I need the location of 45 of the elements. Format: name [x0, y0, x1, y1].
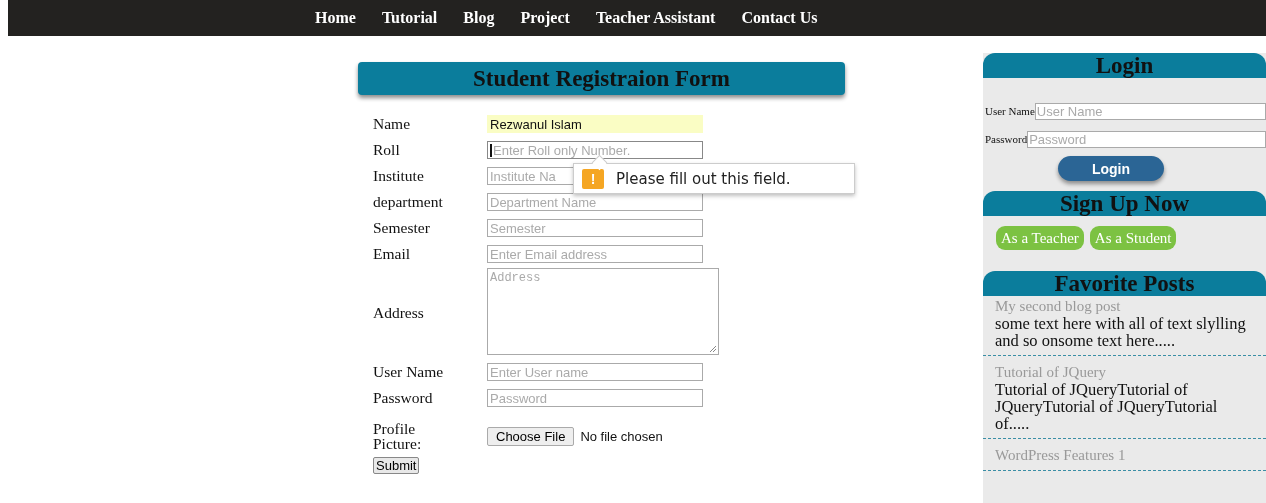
- input-field[interactable]: Enter Email address: [487, 245, 703, 263]
- tooltip-message: Please fill out this field.: [616, 169, 791, 188]
- field-label: Institute: [373, 167, 425, 185]
- field-label: Name: [373, 115, 411, 133]
- login-button[interactable]: Login: [1058, 156, 1164, 181]
- signup-button[interactable]: As a Student: [1089, 226, 1177, 250]
- nav-link[interactable]: Home: [315, 9, 356, 27]
- nav-link[interactable]: Tutorial: [381, 9, 438, 27]
- signup-button[interactable]: As a Teacher: [996, 226, 1084, 250]
- nav-link[interactable]: Teacher Assistant: [595, 9, 716, 27]
- input-field[interactable]: Password: [487, 389, 703, 407]
- field-label: department: [373, 193, 444, 211]
- post-title-link[interactable]: WordPress Features 1: [995, 447, 1254, 464]
- input-field[interactable]: Enter Roll only Number.: [487, 141, 703, 159]
- post-excerpt: Tutorial of JQueryTutorial of JQueryTutorial of JQueryTutorial of.....: [995, 381, 1219, 432]
- field-label: Password: [985, 133, 1028, 145]
- field-label: Password: [373, 389, 434, 407]
- input-field[interactable]: User Name: [1034, 102, 1266, 120]
- submit-button[interactable]: Submit: [373, 457, 420, 474]
- section-title: Sign Up Now: [1059, 190, 1190, 217]
- field-label: Roll: [373, 141, 401, 159]
- input-field[interactable]: Enter User name: [487, 363, 703, 381]
- file-status: No file chosen: [580, 428, 663, 444]
- field-label: Profile Picture:: [373, 421, 423, 451]
- nav-link[interactable]: Contact Us: [741, 9, 818, 27]
- input-field[interactable]: Rezwanul Islam: [487, 115, 703, 133]
- post-title-link[interactable]: Tutorial of JQuery: [995, 364, 1254, 381]
- warning-icon: !: [582, 168, 604, 189]
- field-label: Semester: [373, 219, 431, 237]
- form-title: Student Registraion Form: [473, 65, 730, 92]
- field-label: Address: [373, 304, 425, 322]
- section-title: Favorite Posts: [1054, 270, 1195, 297]
- nav-link[interactable]: Project: [520, 9, 570, 27]
- input-field[interactable]: Password: [1027, 130, 1266, 148]
- post-excerpt: some text here with all of text slylling and so onsome text here.....: [995, 315, 1247, 349]
- field-label: User Name: [985, 105, 1035, 117]
- post-title-link[interactable]: My second blog post: [995, 298, 1254, 315]
- address-field[interactable]: Address: [487, 268, 719, 355]
- field-label: Email: [373, 245, 412, 263]
- resize-grip-icon[interactable]: [709, 345, 717, 353]
- nav-link[interactable]: Blog: [463, 9, 495, 27]
- field-label: User Name: [373, 363, 445, 381]
- section-title: Login: [1095, 52, 1154, 79]
- input-field[interactable]: Semester: [487, 219, 703, 237]
- choose-file-button[interactable]: Choose File: [487, 426, 575, 446]
